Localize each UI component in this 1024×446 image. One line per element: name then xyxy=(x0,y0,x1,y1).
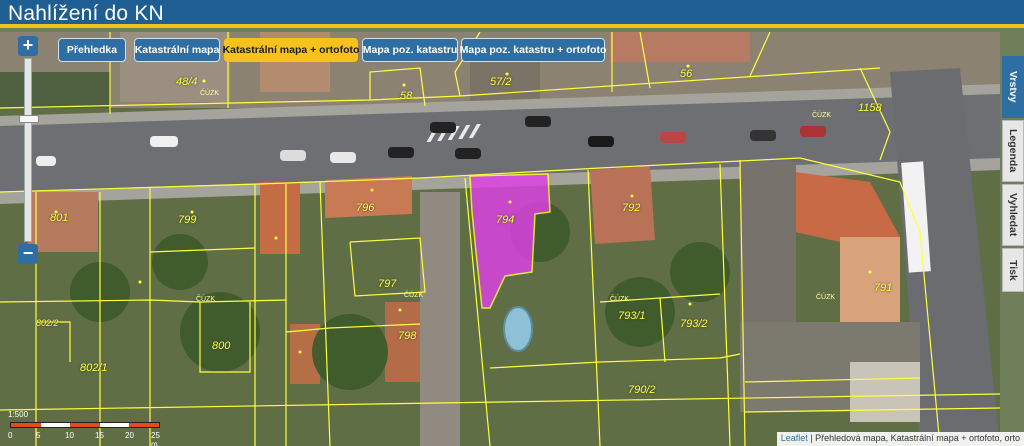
tab-legenda[interactable]: Legenda xyxy=(1002,120,1024,182)
parcel-label[interactable]: 796 xyxy=(356,202,374,214)
scale-ratio: 1:500 xyxy=(8,410,29,419)
scale-tick: 0 xyxy=(8,431,13,440)
zoom-in-button[interactable]: + xyxy=(18,36,38,56)
parcel-label[interactable]: 57/2 xyxy=(490,76,511,88)
map-view[interactable]: 48/4 58 57/2 56 1158 801 799 796 794 792… xyxy=(0,32,1000,446)
tab-vyhledat[interactable]: Vyhledat xyxy=(1002,184,1024,246)
cuzk-mark: ČÚZK xyxy=(816,294,836,301)
map-type-button-poz-katastru-ortofoto[interactable]: Mapa poz. katastru + ortofoto xyxy=(460,38,606,62)
tab-label: Tisk xyxy=(1007,259,1019,281)
parcel-label[interactable]: 793/1 xyxy=(618,310,646,322)
map-type-button-prehledka[interactable]: Přehledka xyxy=(58,38,126,62)
cuzk-mark: ČÚZK xyxy=(404,292,424,299)
parcel-label[interactable]: 802/1 xyxy=(80,362,108,374)
parcel-label[interactable]: 1158 xyxy=(858,102,882,114)
zoom-control: + − xyxy=(18,36,39,266)
orthophoto-map[interactable] xyxy=(0,32,1000,446)
tab-label: Legenda xyxy=(1007,129,1019,173)
parcel-label[interactable]: 801 xyxy=(50,212,68,224)
leaflet-link[interactable]: Leaflet xyxy=(781,433,808,443)
app-title: Nahlížení do KN xyxy=(8,2,164,25)
map-type-button-katastralni[interactable]: Katastrální mapa xyxy=(134,38,220,62)
parcel-label[interactable]: 790/2 xyxy=(628,384,656,396)
parcel-label[interactable]: 802/2 xyxy=(36,318,59,328)
scale-bar-graphic xyxy=(10,422,160,428)
parcel-label[interactable]: 797 xyxy=(378,278,396,290)
parcel-label[interactable]: 794 xyxy=(496,214,514,226)
parcel-label[interactable]: 798 xyxy=(398,330,416,342)
tab-label: Vrstvy xyxy=(1007,71,1019,103)
zoom-out-button[interactable]: − xyxy=(18,244,38,264)
zoom-slider-handle[interactable] xyxy=(19,115,39,123)
scale-tick: 20 xyxy=(125,431,134,440)
scale-tick: 10 xyxy=(65,431,74,440)
scale-tick: 15 xyxy=(95,431,104,440)
tab-vrstvy[interactable]: Vrstvy xyxy=(1002,56,1024,118)
cuzk-mark: ČÚZK xyxy=(200,90,220,97)
tab-tisk[interactable]: Tisk xyxy=(1002,248,1024,292)
cuzk-mark: ČÚZK xyxy=(812,112,832,119)
scale-bar: 1:500 0 5 10 15 20 25 m xyxy=(8,410,160,446)
parcel-label[interactable]: 800 xyxy=(212,340,230,352)
app-header: Nahlížení do KN xyxy=(0,0,1024,28)
parcel-label[interactable]: 791 xyxy=(874,282,892,294)
parcel-label[interactable]: 56 xyxy=(680,68,692,80)
cuzk-mark: ČÚZK xyxy=(196,296,216,303)
attribution-text: | Přehledová mapa, Katastrální mapa + or… xyxy=(807,433,1020,443)
map-attribution: Leaflet | Přehledová mapa, Katastrální m… xyxy=(776,432,1024,446)
parcel-label[interactable]: 58 xyxy=(400,90,412,102)
zoom-slider[interactable] xyxy=(19,58,39,242)
map-type-button-katastralni-ortofoto[interactable]: Katastrální mapa + ortofoto xyxy=(223,38,359,62)
parcel-label[interactable]: 793/2 xyxy=(680,318,708,330)
map-type-button-poz-katastru[interactable]: Mapa poz. katastru xyxy=(362,38,458,62)
parcel-label[interactable]: 792 xyxy=(622,202,640,214)
parcel-label[interactable]: 48/4 xyxy=(176,76,197,88)
scale-tick: 5 xyxy=(36,431,41,440)
cuzk-mark: ČÚZK xyxy=(610,296,630,303)
scale-tick: 25 m xyxy=(151,431,160,446)
tab-label: Vyhledat xyxy=(1007,193,1019,237)
parcel-label[interactable]: 799 xyxy=(178,214,196,226)
